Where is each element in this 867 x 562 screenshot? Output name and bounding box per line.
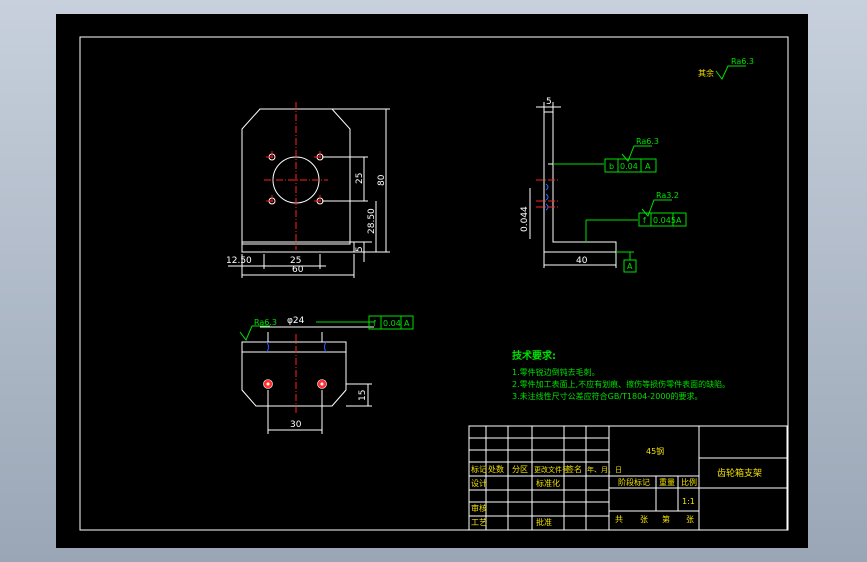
roughness-b: Ra6.3 [636,137,659,146]
svg-text:设计: 设计 [471,478,487,488]
note-3: 3.未注线性尺寸公差应符合GB/T1804-2000的要求。 [512,391,703,401]
note-1: 1.零件锐边倒钝去毛刺。 [512,367,600,377]
tolerance-b-symbol: b [609,162,614,171]
tolerance-top-value: 0.04 [383,319,401,328]
svg-text:共: 共 [615,515,623,524]
svg-text:标记: 标记 [471,464,487,474]
tolerance-f-symbol: f [643,216,646,225]
svg-text:标准化: 标准化 [536,478,560,488]
svg-text:签名: 签名 [566,464,582,474]
roughness-value-general: Ra6.3 [731,57,754,66]
side-outline [543,111,617,253]
side-dim-5: 5 [546,97,552,107]
dim-28-50: 28.50 [367,208,377,234]
tolerance-top-symbol: f [373,319,376,328]
drawing-frame [79,36,789,531]
svg-text:更改文件号: 更改文件号 [534,465,569,474]
cad-drawing: 其余 Ra6.3 12.50 25 60 25 80 28.50 5 40 5 … [79,36,789,531]
svg-text:张: 张 [640,515,648,524]
technical-notes: 技术要求: 1.零件锐边倒钝去毛刺。 2.零件加工表面上,不应有划痕、擦伤等损伤… [512,349,730,401]
svg-text:批准: 批准 [536,517,552,527]
top-view: φ24 30 15 f 0.04 A Ra6.3 [239,315,414,434]
roughness-front: Ra6.3 [254,318,277,327]
tolerance-b-value: 0.04 [620,162,638,171]
front-view: 12.50 25 60 25 80 28.50 5 [226,102,390,278]
part-name: 齿轮箱支架 [717,467,762,479]
tolerance-top-datum: A [404,319,410,328]
roughness-note: 其余 [698,68,714,78]
svg-text:重量: 重量 [659,477,675,487]
dim-25-right: 25 [355,173,365,184]
material: 45钢 [646,446,664,456]
svg-text:1:1: 1:1 [682,497,695,506]
tolerance-b-datum: A [645,162,651,171]
svg-text:工艺: 工艺 [471,518,487,527]
dim-5: 5 [355,246,365,252]
roughness-symbol-general [715,65,746,80]
svg-text:第: 第 [662,514,670,524]
dim-80: 80 [377,174,387,186]
side-view: 40 5 0.044 b 0.04 A Ra6.3 f 0.045 A Ra3.… [520,97,687,273]
top-dim-24: φ24 [287,316,305,326]
side-dim-40: 40 [576,256,588,266]
dim-60: 60 [292,265,304,275]
top-dim-30: 30 [290,420,302,430]
tolerance-f-value: 0.045 [653,216,676,225]
side-dim-0044: 0.044 [520,206,530,232]
note-2: 2.零件加工表面上,不应有划痕、擦伤等损伤零件表面的缺陷。 [512,379,730,389]
notes-title: 技术要求: [512,349,556,362]
drawing-sheet: 其余 Ra6.3 12.50 25 60 25 80 28.50 5 40 5 … [56,14,808,548]
top-dim-15: 15 [358,390,368,401]
svg-text:张: 张 [686,515,694,524]
svg-text:阶段标记: 阶段标记 [618,477,650,487]
svg-text:审核: 审核 [471,503,487,513]
svg-text:处数: 处数 [488,464,504,474]
title-block: 45钢 齿轮箱支架 标记 处数 分区 更改文件号 签名 年、月、日 设计 标准化… [468,425,788,531]
tolerance-f-datum: A [676,216,682,225]
roughness-f: Ra3.2 [656,191,679,200]
svg-text:分区: 分区 [512,465,528,474]
svg-text:比例: 比例 [681,477,697,487]
datum-a-label: A [627,262,633,271]
dim-12-50: 12.50 [226,256,252,266]
svg-text:年、月、日: 年、月、日 [587,465,622,474]
